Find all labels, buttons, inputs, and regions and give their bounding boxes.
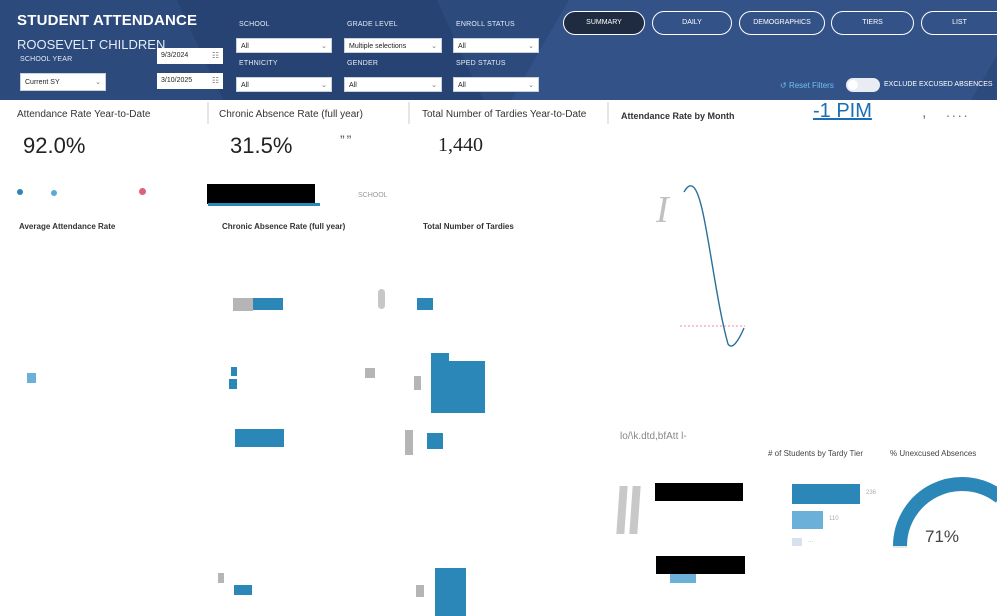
exclude-excused-label: EXCLUDE EXCUSED ABSENCES bbox=[884, 81, 993, 88]
grade-filter-dropdown[interactable]: Multiple selections ⌄ bbox=[344, 38, 442, 53]
attendance-rate-value: 92.0% bbox=[23, 133, 86, 158]
chronic-absence-title: Chronic Absence Rate (full year) bbox=[222, 222, 346, 231]
attendance-month-line bbox=[680, 185, 745, 347]
chart-bar bbox=[234, 585, 252, 595]
tardy-bar-value: 236 bbox=[866, 490, 877, 496]
redacted-block bbox=[207, 184, 315, 204]
school-filter-label: SCHOOL bbox=[239, 21, 270, 28]
ethnicity-filter-label: ETHNICITY bbox=[239, 60, 278, 67]
school-legend-label: SCHOOL bbox=[358, 192, 388, 199]
chart-mark bbox=[405, 430, 413, 455]
chronic-mark: ”” bbox=[340, 132, 354, 148]
exclude-excused-toggle[interactable] bbox=[846, 78, 880, 92]
tardy-tier-title: # of Students by Tardy Tier bbox=[768, 449, 864, 458]
tardy-bar-value: 110 bbox=[829, 516, 839, 522]
chart-bar bbox=[417, 298, 433, 310]
chart-mark bbox=[365, 368, 375, 378]
chart-bar bbox=[233, 298, 253, 311]
chart-glyph: I bbox=[656, 189, 669, 231]
grade-filter-label: GRADE LEVEL bbox=[347, 21, 398, 28]
separator-comma: , bbox=[922, 104, 927, 121]
gender-filter-label: GENDER bbox=[347, 60, 379, 67]
chart-mark bbox=[616, 486, 628, 534]
tardy-tier-bar bbox=[792, 484, 860, 504]
chevron-down-icon: ⌄ bbox=[431, 43, 437, 50]
header-banner: STUDENT ATTENDANCE ROOSEVELT CHILDREN SC… bbox=[0, 0, 997, 100]
unexcused-absences-title: % Unexcused Absences bbox=[890, 449, 977, 458]
school-year-dropdown[interactable]: Current SY ⌄ bbox=[20, 73, 106, 91]
chevron-down-icon: ⌄ bbox=[95, 79, 101, 86]
attendance-by-month-title: Attendance Rate by Month bbox=[621, 111, 735, 121]
redacted-block bbox=[655, 483, 743, 501]
tab-demographics[interactable]: DEMOGRAPHICS bbox=[739, 11, 825, 35]
tab-daily[interactable]: DAILY bbox=[652, 11, 732, 35]
sped-filter-label: SPED STATUS bbox=[456, 60, 506, 67]
district-name: ROOSEVELT CHILDREN bbox=[17, 37, 166, 52]
chart-bar bbox=[431, 361, 485, 413]
chart-bar bbox=[229, 379, 237, 389]
start-date-input[interactable]: 9/3/2024 ☷ bbox=[157, 48, 223, 64]
chevron-down-icon: ⌄ bbox=[528, 43, 534, 50]
sped-filter-dropdown[interactable]: All ⌄ bbox=[453, 77, 539, 92]
chart-bar bbox=[27, 373, 36, 383]
calendar-icon: ☷ bbox=[211, 76, 219, 85]
gender-filter-dropdown[interactable]: All ⌄ bbox=[344, 77, 442, 92]
enroll-filter-label: ENROLL STATUS bbox=[456, 21, 515, 28]
chart-bar bbox=[427, 433, 443, 449]
chronic-absence-value: 31.5% bbox=[230, 133, 293, 158]
chart-bar bbox=[670, 574, 696, 583]
attendance-rate-label: Attendance Rate Year-to-Date bbox=[17, 109, 151, 120]
school-filter-dropdown[interactable]: All ⌄ bbox=[236, 38, 332, 53]
tardy-tier-bar bbox=[792, 511, 823, 529]
tardy-tier-bar bbox=[792, 538, 802, 546]
chart-bar bbox=[235, 429, 284, 447]
chevron-down-icon: ⌄ bbox=[321, 82, 327, 89]
chevron-down-icon: ⌄ bbox=[528, 82, 534, 89]
chart-mark bbox=[416, 585, 424, 597]
tardies-label: Total Number of Tardies Year-to-Date bbox=[422, 109, 587, 120]
tab-list[interactable]: LIST bbox=[921, 11, 997, 35]
tardy-bar-value: ... bbox=[808, 538, 814, 544]
avg-attendance-title: Average Attendance Rate bbox=[19, 222, 116, 231]
chart-bar bbox=[435, 568, 466, 616]
more-ellipsis: .... bbox=[946, 104, 970, 120]
legend-dot bbox=[51, 190, 57, 196]
chart-mark bbox=[414, 376, 421, 390]
calendar-icon: ☷ bbox=[211, 51, 219, 60]
chart-bar bbox=[253, 298, 283, 310]
ethnicity-filter-dropdown[interactable]: All ⌄ bbox=[236, 77, 332, 92]
reset-filters-link[interactable]: ↺ Reset Filters bbox=[780, 81, 834, 90]
gauge-value-label: 71% bbox=[925, 527, 960, 546]
chevron-down-icon: ⌄ bbox=[321, 43, 327, 50]
redacted-block bbox=[656, 556, 745, 574]
enroll-filter-dropdown[interactable]: All ⌄ bbox=[453, 38, 539, 53]
chart-mark bbox=[629, 486, 641, 534]
tardies-title: Total Number of Tardies bbox=[423, 222, 514, 231]
end-date-input[interactable]: 3/10/2025 ☷ bbox=[157, 73, 223, 89]
pim-link[interactable]: -1 PIM bbox=[813, 100, 872, 123]
tab-tiers[interactable]: TIERS bbox=[831, 11, 914, 35]
tab-summary[interactable]: SUMMARY bbox=[563, 11, 645, 35]
chevron-down-icon: ⌄ bbox=[431, 82, 437, 89]
dashboard-title: STUDENT ATTENDANCE bbox=[17, 12, 198, 29]
chronic-absence-label: Chronic Absence Rate (full year) bbox=[219, 109, 363, 120]
lower-title-text: lo/\k.dtd,bfAtt l- bbox=[620, 431, 687, 442]
chart-mark bbox=[378, 289, 385, 309]
legend-dot bbox=[17, 189, 23, 195]
tardies-value: 1,440 bbox=[438, 134, 483, 156]
chart-mark bbox=[218, 573, 224, 583]
selection-underline bbox=[208, 203, 320, 206]
chart-bar bbox=[231, 367, 237, 376]
school-year-label: SCHOOL YEAR bbox=[20, 56, 73, 63]
legend-dot bbox=[139, 188, 146, 195]
